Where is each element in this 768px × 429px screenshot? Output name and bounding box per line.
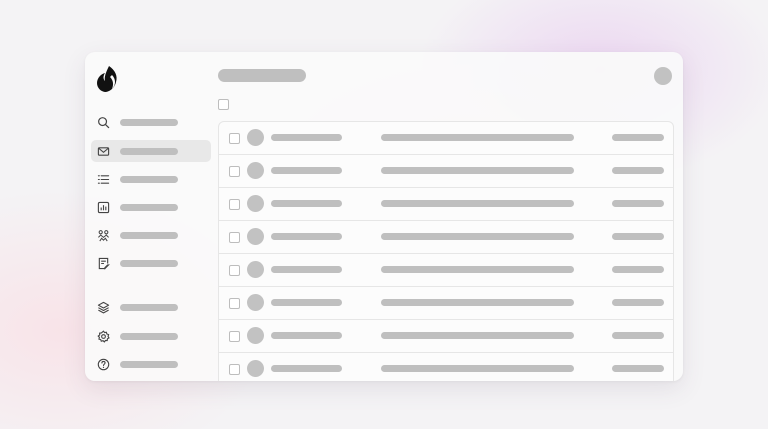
layers-icon — [97, 301, 110, 314]
list-icon — [97, 173, 110, 186]
sidebar-item-label — [120, 360, 178, 368]
list-item[interactable] — [219, 320, 673, 353]
row-checkbox[interactable] — [229, 298, 240, 309]
list-item[interactable] — [219, 254, 673, 287]
sidebar-item-analytics[interactable] — [91, 196, 211, 218]
message-subject — [381, 233, 574, 240]
list-item[interactable] — [219, 122, 673, 155]
sidebar-item-label — [120, 175, 178, 183]
sidebar-item-help[interactable] — [91, 353, 211, 375]
avatar — [247, 162, 264, 179]
sender-name — [271, 200, 342, 207]
list-item[interactable] — [219, 353, 673, 381]
sidebar-item-label — [120, 147, 178, 155]
sidebar-item-list[interactable] — [91, 168, 211, 190]
notes-icon — [97, 257, 110, 270]
row-checkbox[interactable] — [229, 133, 240, 144]
row-checkbox[interactable] — [229, 166, 240, 177]
row-checkbox[interactable] — [229, 364, 240, 375]
avatar — [247, 327, 264, 344]
message-subject — [381, 332, 574, 339]
message-date — [612, 200, 664, 207]
sidebar-item-label — [120, 332, 178, 340]
message-subject — [381, 266, 574, 273]
sidebar-item-layers[interactable] — [91, 296, 211, 318]
select-all-checkbox[interactable] — [218, 99, 229, 110]
row-checkbox[interactable] — [229, 232, 240, 243]
message-date — [612, 266, 664, 273]
settings-icon — [97, 329, 110, 343]
message-date — [612, 167, 664, 174]
message-subject — [381, 167, 574, 174]
app-window — [85, 52, 683, 381]
sidebar-item-label — [120, 231, 178, 239]
message-date — [612, 365, 664, 372]
sidebar-item-label — [120, 203, 178, 211]
row-checkbox[interactable] — [229, 265, 240, 276]
message-date — [612, 134, 664, 141]
sender-name — [271, 233, 342, 240]
message-date — [612, 332, 664, 339]
sender-name — [271, 299, 342, 306]
team-icon — [97, 229, 110, 242]
sidebar-item-search[interactable] — [91, 111, 211, 133]
sidebar-item-notes[interactable] — [91, 252, 211, 274]
search-icon — [97, 116, 110, 129]
sidebar-item-team[interactable] — [91, 224, 211, 246]
sender-name — [271, 134, 342, 141]
sender-name — [271, 365, 342, 372]
bar-chart-icon — [97, 201, 110, 214]
sidebar-item-label — [120, 118, 178, 126]
row-checkbox[interactable] — [229, 199, 240, 210]
list-item[interactable] — [219, 188, 673, 221]
row-checkbox[interactable] — [229, 331, 240, 342]
avatar — [247, 261, 264, 278]
message-list — [218, 121, 674, 381]
sender-name — [271, 332, 342, 339]
user-avatar[interactable] — [654, 67, 672, 85]
flame-logo-icon[interactable] — [95, 65, 121, 93]
message-date — [612, 299, 664, 306]
list-item[interactable] — [219, 221, 673, 254]
message-subject — [381, 365, 574, 372]
list-item[interactable] — [219, 287, 673, 320]
sender-name — [271, 266, 342, 273]
message-subject — [381, 134, 574, 141]
sender-name — [271, 167, 342, 174]
list-item[interactable] — [219, 155, 673, 188]
mail-icon — [97, 145, 110, 158]
sidebar-item-settings[interactable] — [91, 325, 211, 347]
sidebar-item-label — [120, 259, 178, 267]
page-title — [218, 69, 306, 82]
sidebar-item-label — [120, 303, 178, 311]
avatar — [247, 195, 264, 212]
avatar — [247, 228, 264, 245]
sidebar-item-mail[interactable] — [91, 140, 211, 162]
message-date — [612, 233, 664, 240]
avatar — [247, 294, 264, 311]
message-subject — [381, 299, 574, 306]
avatar — [247, 129, 264, 146]
help-icon — [97, 358, 110, 371]
avatar — [247, 360, 264, 377]
message-subject — [381, 200, 574, 207]
